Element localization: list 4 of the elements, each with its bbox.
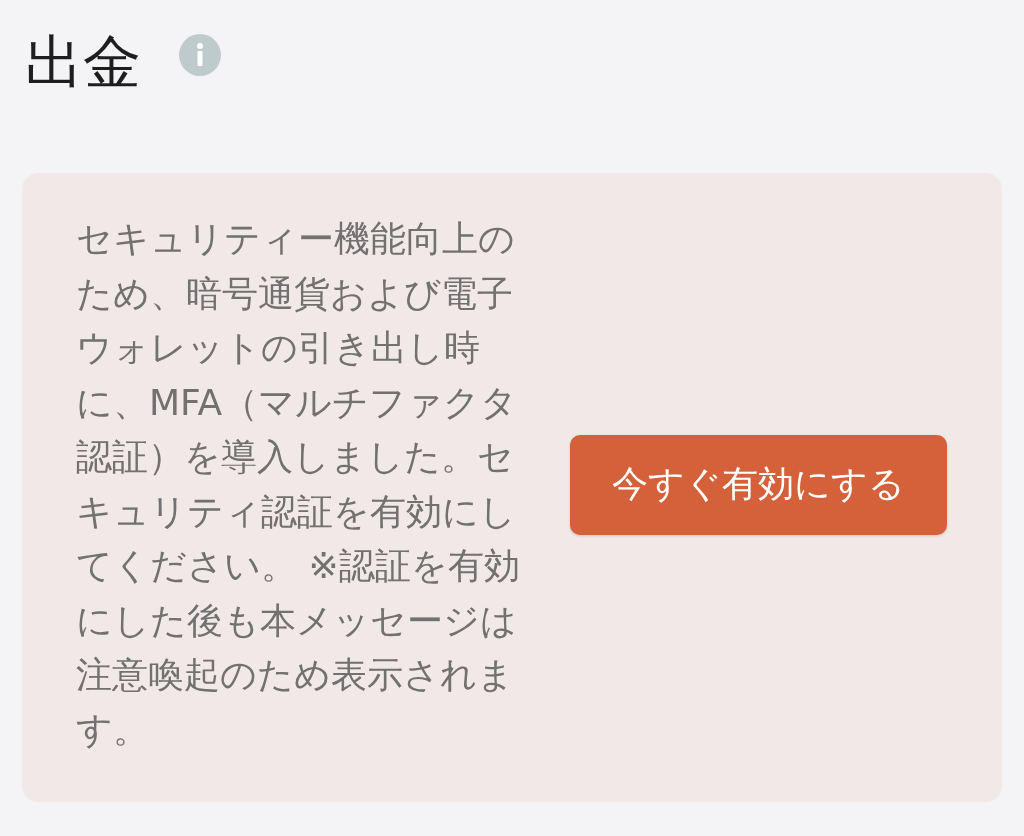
enable-now-button[interactable]: 今すぐ有効にする: [570, 434, 947, 535]
page-title: 出金: [25, 27, 141, 98]
notice-message: セキュリティー機能向上のため、暗号通貨および電子ウォレットの引き出し時に、MFA（マルチファクタ認証）を導入しました。セキュリティ認証を有効にしてください。 ※認証を有効にした後も本メッセージは注意喚起のため表示されます。: [76, 217, 521, 752]
info-icon[interactable]: [179, 34, 221, 76]
